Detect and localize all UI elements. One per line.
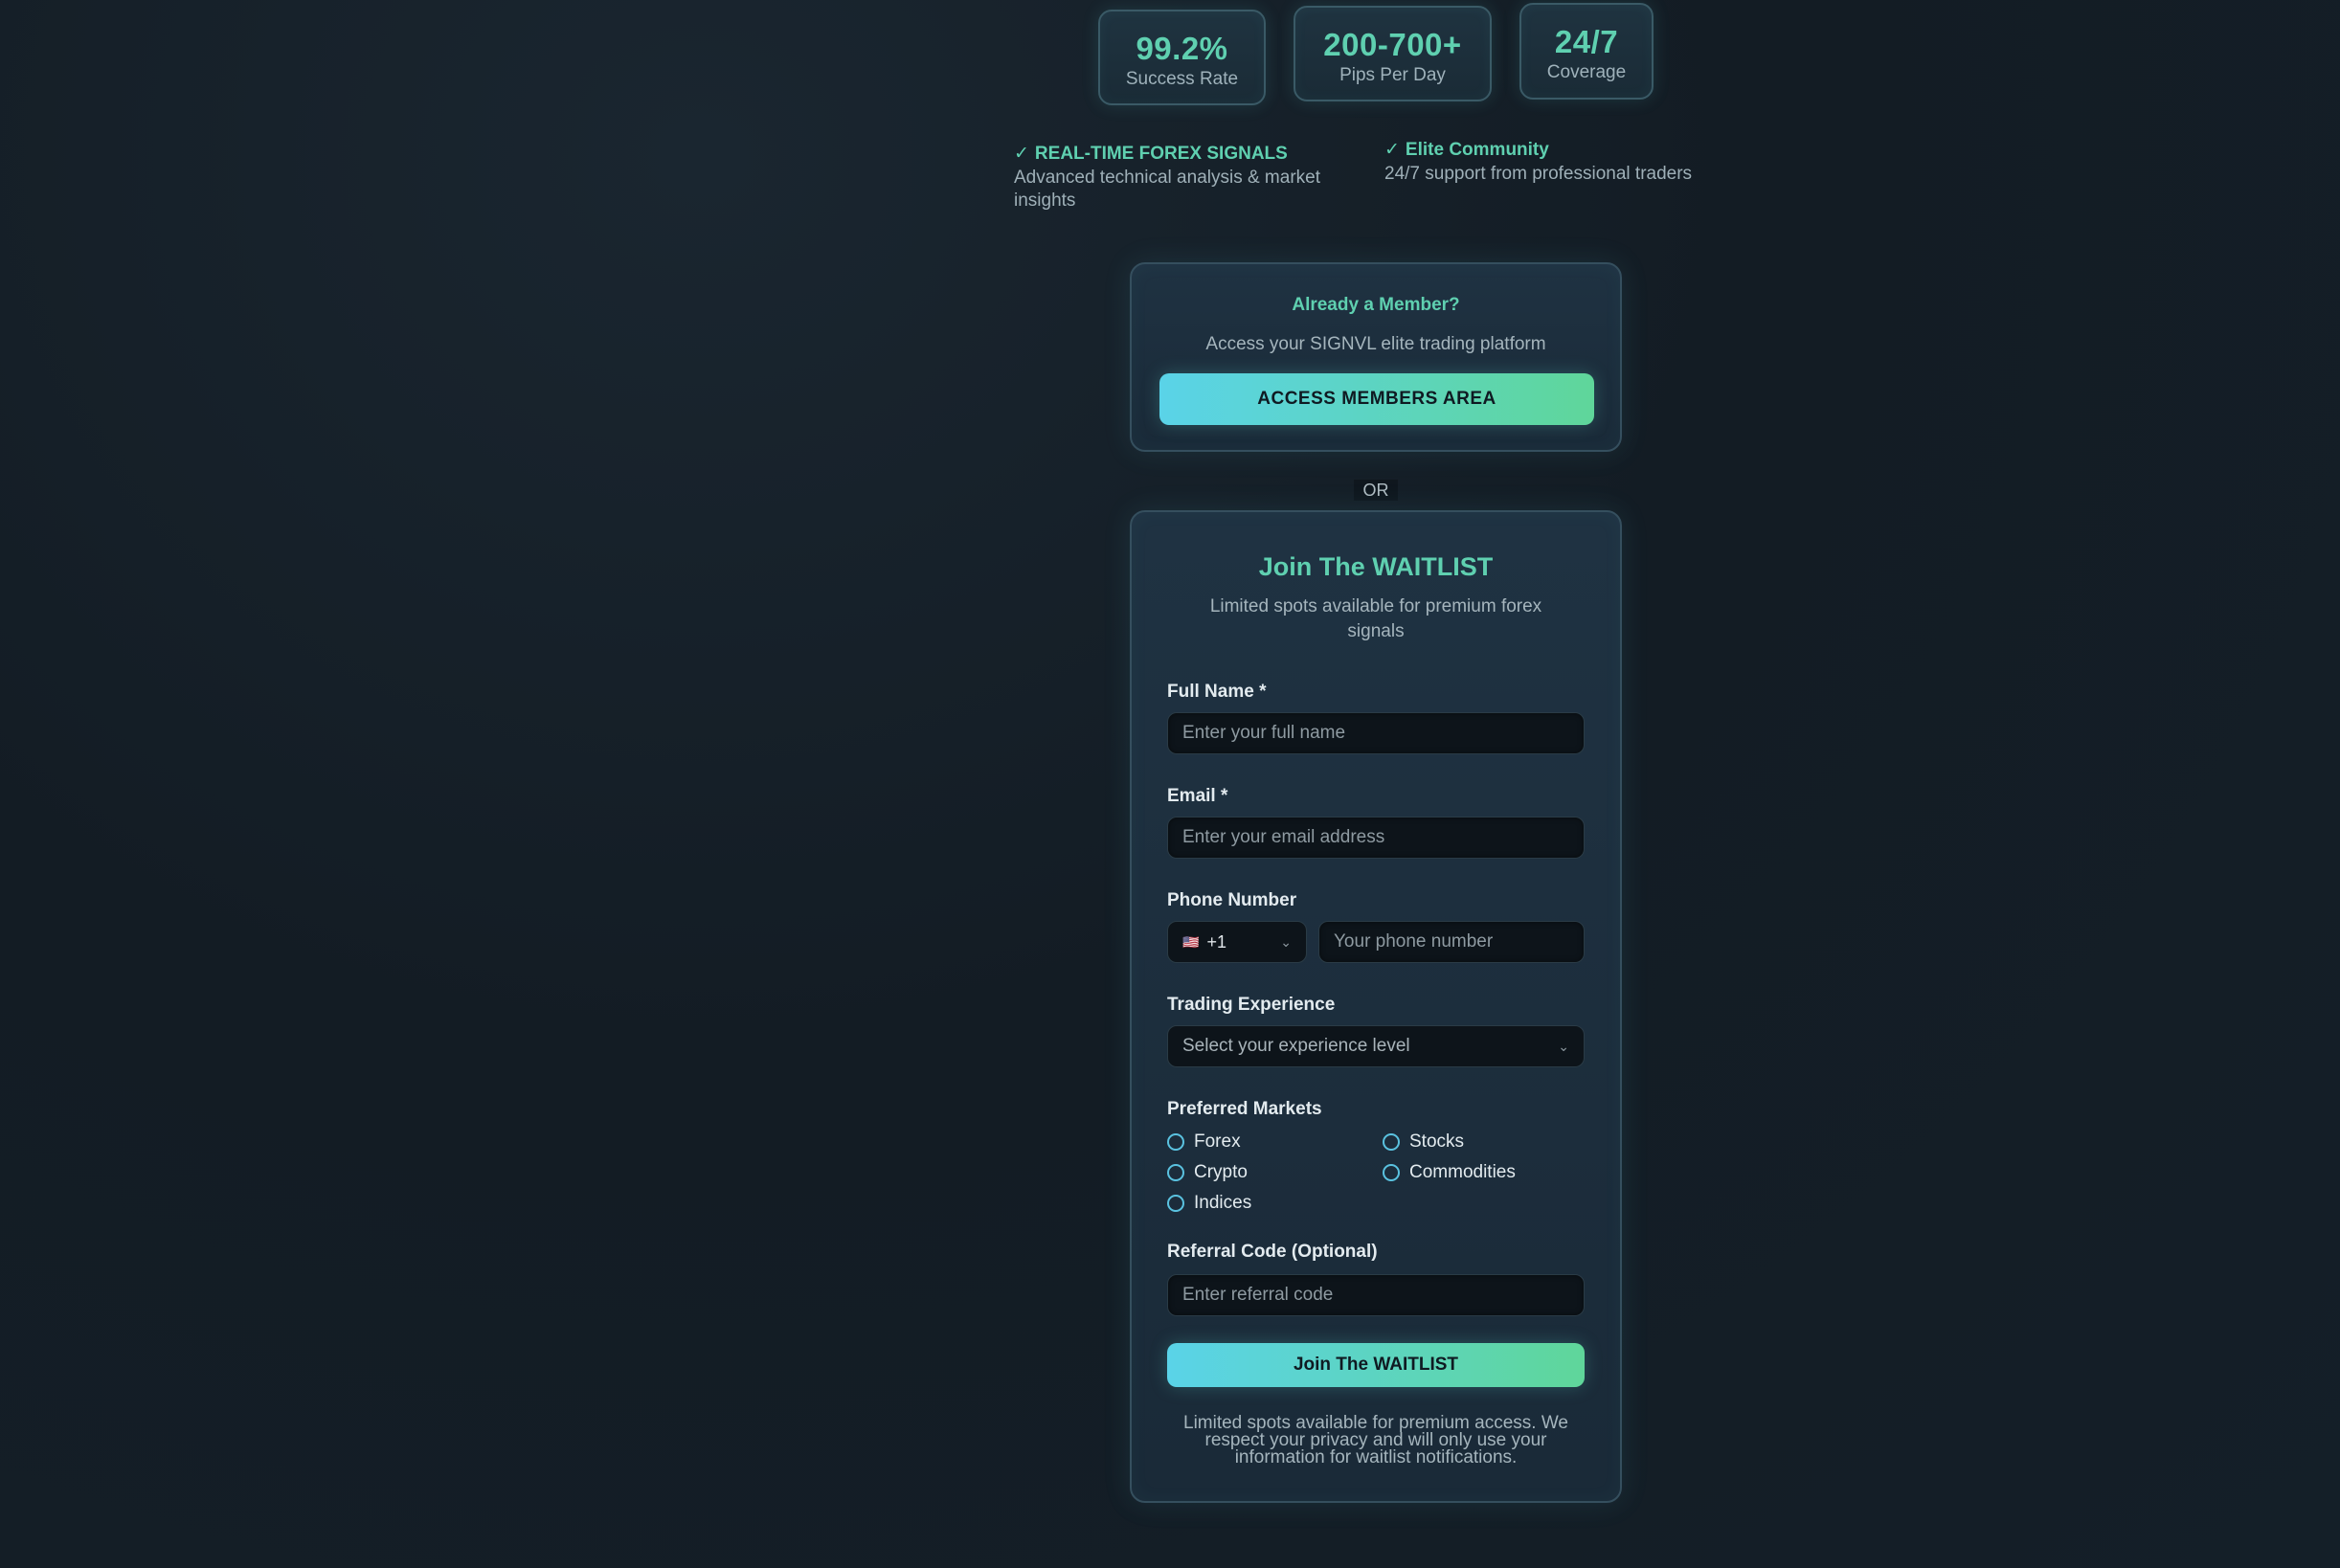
phone-input[interactable] <box>1318 921 1585 963</box>
market-option-label: Stocks <box>1409 1131 1465 1152</box>
experience-placeholder: Select your experience level <box>1182 1036 1410 1056</box>
stat-pips-per-day: 200-700+ Pips Per Day <box>1294 6 1492 101</box>
experience-select[interactable]: Select your experience level ⌄ <box>1167 1025 1585 1067</box>
us-flag-icon: 🇺🇸 <box>1182 933 1200 950</box>
market-option-forex[interactable]: Forex <box>1167 1131 1241 1153</box>
stat-value: 24/7 <box>1554 24 1619 59</box>
country-code-select[interactable]: 🇺🇸 +1 ⌄ <box>1167 921 1307 963</box>
experience-label: Trading Experience <box>1167 995 1336 1015</box>
market-option-label: Indices <box>1194 1193 1252 1213</box>
full-name-input[interactable] <box>1167 712 1585 754</box>
radio-circle-icon <box>1383 1164 1400 1181</box>
stat-label: Success Rate <box>1125 69 1239 89</box>
privacy-note: Limited spots available for premium acce… <box>1183 1413 1568 1467</box>
markets-label: Preferred Markets <box>1167 1099 1322 1119</box>
chevron-down-icon: ⌄ <box>1558 1038 1569 1054</box>
email-label: Email * <box>1167 786 1228 806</box>
stat-label: Pips Per Day <box>1339 65 1446 85</box>
feature-title-text: REAL-TIME FOREX SIGNALS <box>1034 144 1288 164</box>
market-option-label: Commodities <box>1409 1162 1516 1182</box>
feature-title: ✓ REAL-TIME FOREX SIGNALS <box>1014 143 1339 165</box>
market-option-indices[interactable]: Indices <box>1167 1193 1251 1214</box>
feature-description: 24/7 support from professional traders <box>1384 164 1693 184</box>
stat-value: 200-700+ <box>1323 27 1462 62</box>
referral-label: Referral Code (Optional) <box>1167 1242 1378 1262</box>
access-members-button[interactable]: ACCESS MEMBERS AREA <box>1159 373 1594 425</box>
join-waitlist-button[interactable]: Join The WAITLIST <box>1167 1343 1585 1387</box>
stat-coverage: 24/7 Coverage <box>1519 3 1654 100</box>
waitlist-subtitle: Limited spots available for premium fore… <box>1209 596 1542 641</box>
chevron-down-icon: ⌄ <box>1280 933 1292 950</box>
market-option-crypto[interactable]: Crypto <box>1167 1162 1248 1183</box>
feature-title: ✓ Elite Community <box>1384 139 1748 161</box>
market-option-label: Crypto <box>1194 1162 1248 1182</box>
feature-title-text: Elite Community <box>1405 140 1549 160</box>
radio-circle-icon <box>1167 1195 1184 1212</box>
feature-description: Advanced technical analysis & market ins… <box>1014 168 1320 211</box>
waitlist-card: Join The WAITLIST Limited spots availabl… <box>1130 510 1622 1503</box>
market-option-commodities[interactable]: Commodities <box>1383 1162 1516 1183</box>
referral-input[interactable] <box>1167 1274 1585 1316</box>
check-icon: ✓ <box>1384 140 1400 160</box>
feature-elite-community: ✓ Elite Community 24/7 support from profe… <box>1384 139 1748 186</box>
check-icon: ✓ <box>1014 144 1029 164</box>
country-code-value: +1 <box>1206 931 1226 952</box>
stat-success-rate: 99.2% Success Rate <box>1098 10 1266 105</box>
member-subtitle: Access your SIGNVL elite trading platfor… <box>1205 334 1546 354</box>
member-card: Already a Member? Access your SIGNVL eli… <box>1130 262 1622 452</box>
radio-circle-icon <box>1383 1133 1400 1151</box>
full-name-label: Full Name * <box>1167 682 1267 702</box>
or-divider: OR <box>1354 480 1398 501</box>
feature-realtime-signals: ✓ REAL-TIME FOREX SIGNALS Advanced techni… <box>1014 143 1339 213</box>
market-option-stocks[interactable]: Stocks <box>1383 1131 1464 1153</box>
member-title: Already a Member? <box>1292 295 1460 315</box>
email-input[interactable] <box>1167 817 1585 859</box>
phone-label: Phone Number <box>1167 890 1297 910</box>
stat-label: Coverage <box>1546 62 1627 82</box>
stat-value: 99.2% <box>1136 31 1228 66</box>
radio-circle-icon <box>1167 1164 1184 1181</box>
market-option-label: Forex <box>1194 1131 1241 1152</box>
waitlist-title: Join The WAITLIST <box>1258 552 1494 581</box>
radio-circle-icon <box>1167 1133 1184 1151</box>
